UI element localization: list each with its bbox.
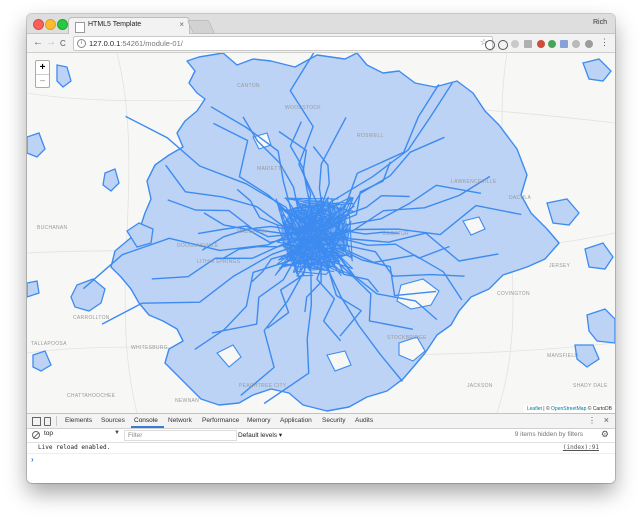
profile-name[interactable]: Rich xyxy=(593,19,607,26)
console-message-source[interactable]: (index):91 xyxy=(563,444,599,451)
extension-icon[interactable] xyxy=(524,40,532,48)
browser-menu-icon[interactable]: ⋮ xyxy=(600,37,609,48)
place-label: WHITESBURG xyxy=(131,345,168,351)
place-label: DACULA xyxy=(509,195,532,201)
console-filter-bar: top ▼ Filter Default levels ▾ 9 items hi… xyxy=(27,429,615,443)
reload-button[interactable]: C xyxy=(60,38,66,50)
carto-credit: © CartoDB xyxy=(586,406,612,412)
place-label: CANTON xyxy=(237,83,260,89)
tab-security[interactable]: Security xyxy=(322,417,345,424)
toolbar-divider xyxy=(56,416,57,426)
place-label: MANSFIELD xyxy=(547,353,579,359)
tab-close-icon[interactable]: × xyxy=(179,20,184,29)
zoom-out-button[interactable]: − xyxy=(36,74,49,87)
url-text[interactable]: 127.0.0.1:54261/module-01/ xyxy=(89,39,183,48)
place-label: COVINGTON xyxy=(497,291,530,297)
map-attribution: Leaflet | © OpenStreetMap © CartoDB xyxy=(523,405,615,413)
tab-network[interactable]: Network xyxy=(168,417,192,424)
browser-tab[interactable]: HTML5 Template × xyxy=(68,17,190,35)
place-label: JERSEY xyxy=(549,263,571,269)
place-label: MABLETON xyxy=(237,229,267,235)
tab-sources[interactable]: Sources xyxy=(101,417,125,424)
address-bar[interactable]: i 127.0.0.1:54261/module-01/ ☆ xyxy=(73,36,493,51)
zoom-control: + − xyxy=(35,60,50,88)
browser-toolbar: ← → C i 127.0.0.1:54261/module-01/ ☆ ⋮ xyxy=(27,34,615,53)
place-label: DECATUR xyxy=(383,231,409,237)
context-value: top xyxy=(44,430,54,437)
place-label: DOUGLASVILLE xyxy=(177,243,219,249)
place-label: MARIETTA xyxy=(257,166,285,172)
extension-icon[interactable] xyxy=(560,40,568,48)
console-filter-input[interactable]: Filter xyxy=(124,430,237,441)
zoom-window-button[interactable] xyxy=(57,19,68,30)
devtools-panel: Elements Sources Console Network Perform… xyxy=(27,413,615,483)
kebab-menu-icon[interactable]: ⋮ xyxy=(588,416,596,425)
map-canvas[interactable] xyxy=(27,53,615,413)
new-tab-button[interactable] xyxy=(186,20,216,34)
place-label: CARROLLTON xyxy=(73,315,110,321)
place-label: NEWNAN xyxy=(175,398,200,404)
extension-icon[interactable] xyxy=(548,40,556,48)
minimize-window-button[interactable] xyxy=(45,19,56,30)
tab-elements[interactable]: Elements xyxy=(65,417,92,424)
clear-console-icon[interactable] xyxy=(32,431,40,439)
tab-performance[interactable]: Performance xyxy=(202,417,239,424)
tab-memory[interactable]: Memory xyxy=(247,417,270,424)
place-label: STOCKBRIDGE xyxy=(387,335,427,341)
place-label: CHATTAHOOCHEE xyxy=(67,393,116,399)
devtools-tabbar: Elements Sources Console Network Perform… xyxy=(27,414,615,429)
browser-window: HTML5 Template × Rich ← → C i 127.0.0.1:… xyxy=(27,14,615,483)
active-tab-indicator xyxy=(131,426,164,428)
gear-icon[interactable]: ⚙ xyxy=(601,429,609,440)
place-label: JACKSON xyxy=(467,383,493,389)
log-levels-dropdown[interactable]: Default levels ▾ xyxy=(238,431,282,439)
extension-icon[interactable] xyxy=(572,40,580,48)
url-host: 127.0.0.1 xyxy=(89,39,121,48)
hidden-items-info: 9 items hidden by filters xyxy=(514,431,583,438)
zoom-in-button[interactable]: + xyxy=(36,61,49,74)
inspect-icon[interactable] xyxy=(32,417,41,426)
extension-icon[interactable] xyxy=(485,40,495,50)
place-label: BUCHANAN xyxy=(37,225,68,231)
url-path: :54261/module-01/ xyxy=(120,39,183,48)
close-icon[interactable]: × xyxy=(604,415,609,425)
attribution-separator: | © xyxy=(541,406,552,412)
console-message-text: Live reload enabled. xyxy=(38,444,111,451)
close-window-button[interactable] xyxy=(33,19,44,30)
extension-icon[interactable] xyxy=(537,40,545,48)
place-label: LITHIA SPRINGS xyxy=(197,259,241,265)
place-label: TALLAPOOSA xyxy=(31,341,67,347)
place-label: ROSWELL xyxy=(357,133,384,139)
osm-link[interactable]: OpenStreetMap xyxy=(551,406,586,412)
place-label: SHADY DALE xyxy=(573,383,608,389)
extension-icon[interactable] xyxy=(511,40,519,48)
title-bar: HTML5 Template × Rich xyxy=(27,14,615,35)
chevron-down-icon: ▼ xyxy=(114,430,120,436)
extension-icon[interactable] xyxy=(585,40,593,48)
page-favicon-icon xyxy=(75,22,85,33)
leaflet-link[interactable]: Leaflet xyxy=(527,406,542,412)
forward-button[interactable]: → xyxy=(46,37,56,49)
extension-icon[interactable] xyxy=(498,40,508,50)
place-label: LAWRENCEVILLE xyxy=(451,179,497,185)
info-icon[interactable]: i xyxy=(77,39,86,48)
tab-title: HTML5 Template xyxy=(88,21,142,28)
context-selector[interactable]: top ▼ xyxy=(44,430,120,440)
place-label: PEACHTREE CITY xyxy=(239,383,287,389)
map-viewport[interactable]: WOODSTOCK MARIETTA MABLETON DOUGLASVILLE… xyxy=(27,53,615,413)
tab-audits[interactable]: Audits xyxy=(355,417,373,424)
console-prompt[interactable]: › xyxy=(31,455,34,464)
device-icon[interactable] xyxy=(44,417,51,426)
back-button[interactable]: ← xyxy=(33,37,43,49)
console-message: Live reload enabled. (index):91 xyxy=(27,443,615,454)
tab-console[interactable]: Console xyxy=(134,417,158,424)
tab-application[interactable]: Application xyxy=(280,417,312,424)
place-label: WOODSTOCK xyxy=(285,105,321,111)
